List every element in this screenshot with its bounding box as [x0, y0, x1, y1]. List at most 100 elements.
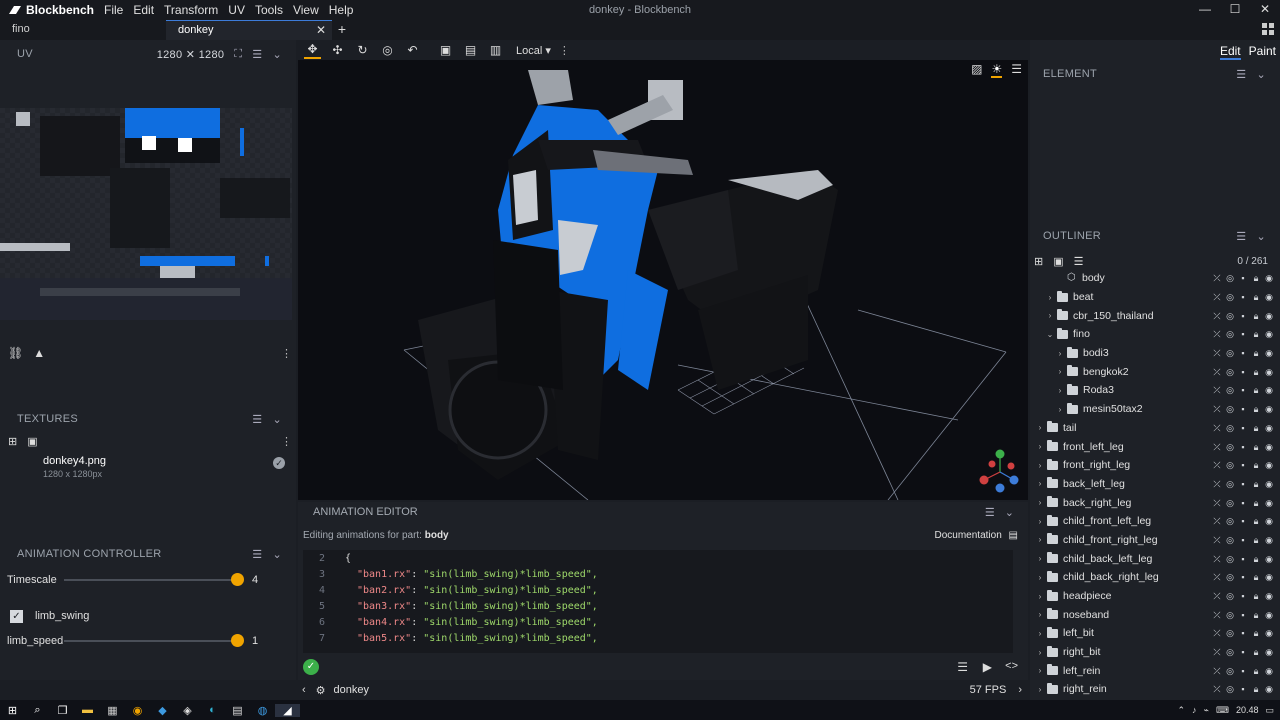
fullscreen-icon[interactable]: ⛶: [234, 48, 242, 61]
camera-icon[interactable]: ▪: [1238, 647, 1248, 657]
eye-icon[interactable]: ◉: [1264, 292, 1274, 302]
add-cube-icon[interactable]: ⊞: [1034, 255, 1043, 268]
pivot-icon[interactable]: ◎: [1225, 442, 1235, 452]
rotate-tool-icon[interactable]: ↻: [354, 42, 371, 59]
pivot-icon[interactable]: ◎: [1225, 367, 1235, 377]
camera-icon[interactable]: ▪: [1238, 666, 1248, 676]
outliner-item[interactable]: › Roda3 ⤫ ◎ ▪ 🔒︎ ◉: [1030, 381, 1280, 400]
lock-icon[interactable]: 🔒︎: [1251, 460, 1261, 470]
browser-icon[interactable]: ◍: [250, 704, 275, 717]
chevron-down-icon[interactable]: ⌄: [272, 48, 282, 61]
eye-icon[interactable]: ◉: [1264, 591, 1274, 601]
pivot-icon[interactable]: ◎: [1225, 404, 1235, 414]
menu-lines-icon[interactable]: ☰: [252, 48, 262, 61]
outliner-item[interactable]: › left_bit ⤫ ◎ ▪ 🔒︎ ◉: [1030, 624, 1280, 643]
more-options-icon[interactable]: ⋮: [281, 347, 292, 360]
bone-icon[interactable]: ⤫: [1212, 404, 1222, 414]
outliner-item[interactable]: › mesin50tax2 ⤫ ◎ ▪ 🔒︎ ◉: [1030, 400, 1280, 419]
chrome-icon[interactable]: ◉: [125, 704, 150, 717]
pivot-icon[interactable]: ◎: [1225, 535, 1235, 545]
camera-icon[interactable]: ▪: [1238, 535, 1248, 545]
outliner-item[interactable]: › child_front_right_leg ⤫ ◎ ▪ 🔒︎ ◉: [1030, 531, 1280, 550]
bone-icon[interactable]: ⤫: [1212, 442, 1222, 452]
code-editor[interactable]: 2{ 3 "ban1.rx": "sin(limb_swing)*limb_spe…: [303, 550, 1013, 653]
uv-texture-canvas[interactable]: [0, 108, 292, 320]
eye-icon[interactable]: ◉: [1264, 348, 1274, 358]
chevron-down-icon[interactable]: ⌄: [1005, 506, 1014, 519]
lock-icon[interactable]: 🔒︎: [1251, 554, 1261, 564]
document-icon[interactable]: ▤: [225, 704, 250, 717]
sun-icon[interactable]: ☀: [991, 62, 1003, 78]
eye-icon[interactable]: ◉: [1264, 311, 1274, 321]
eye-icon[interactable]: ◉: [1264, 460, 1274, 470]
bone-icon[interactable]: ⤫: [1212, 311, 1222, 321]
pivot-icon[interactable]: ◎: [1225, 292, 1235, 302]
edge-icon[interactable]: ◐: [200, 704, 225, 716]
pivot-icon[interactable]: ◎: [1225, 516, 1235, 526]
camera-icon[interactable]: ▪: [1238, 367, 1248, 377]
menu-lines-icon[interactable]: ☰: [1011, 62, 1022, 78]
documentation-link[interactable]: Documentation ▤: [935, 530, 1019, 541]
windows-start-icon[interactable]: ⊞: [0, 704, 25, 717]
pivot-icon[interactable]: ◎: [1225, 423, 1235, 433]
import-texture-icon[interactable]: ⊞: [8, 435, 17, 448]
minimize-button[interactable]: —: [1190, 0, 1220, 20]
chevron-down-icon[interactable]: ⌄: [1256, 230, 1266, 243]
maximize-button[interactable]: ☐: [1220, 0, 1250, 20]
chevron-right-icon[interactable]: ›: [1035, 517, 1045, 526]
camera-icon[interactable]: ▪: [1238, 516, 1248, 526]
camera-icon[interactable]: ▪: [1238, 460, 1248, 470]
eye-icon[interactable]: ◉: [1264, 684, 1274, 694]
pivot-icon[interactable]: ◎: [1225, 628, 1235, 638]
eye-icon[interactable]: ◉: [1264, 572, 1274, 582]
file-explorer-icon[interactable]: ▬: [75, 704, 100, 716]
pivot-icon[interactable]: ◎: [1225, 329, 1235, 339]
chevron-right-icon[interactable]: ›: [1035, 573, 1045, 582]
camera-icon[interactable]: ▪: [1238, 479, 1248, 489]
document-icon[interactable]: ▥: [487, 42, 504, 59]
eye-icon[interactable]: ◉: [1264, 329, 1274, 339]
lock-icon[interactable]: 🔒︎: [1251, 666, 1261, 676]
bone-icon[interactable]: ⤫: [1212, 367, 1222, 377]
lock-icon[interactable]: 🔒︎: [1251, 628, 1261, 638]
camera-icon[interactable]: ▪: [1238, 442, 1248, 452]
network-icon[interactable]: ⌁: [1204, 705, 1209, 716]
menu-lines-icon[interactable]: ☰: [1236, 230, 1246, 243]
eye-icon[interactable]: ◉: [1264, 647, 1274, 657]
eye-icon[interactable]: ◉: [1264, 367, 1274, 377]
camera-icon[interactable]: ▪: [1238, 385, 1248, 395]
outliner-item[interactable]: › right_bit ⤫ ◎ ▪ 🔒︎ ◉: [1030, 643, 1280, 662]
outliner-item[interactable]: › right_rein ⤫ ◎ ▪ 🔒︎ ◉: [1030, 680, 1280, 699]
add-group-icon[interactable]: ▣: [1053, 255, 1063, 268]
chevron-down-icon[interactable]: ⌄: [272, 548, 282, 561]
3d-viewport[interactable]: ▨ ☀ ☰: [298, 60, 1028, 500]
outliner-item[interactable]: › child_back_right_leg ⤫ ◎ ▪ 🔒︎ ◉: [1030, 568, 1280, 587]
bone-icon[interactable]: ⤫: [1212, 535, 1222, 545]
pivot-icon[interactable]: ◎: [1225, 460, 1235, 470]
pivot-icon[interactable]: ◎: [1225, 498, 1235, 508]
pivot-icon[interactable]: ◎: [1225, 348, 1235, 358]
new-tab-button[interactable]: +: [332, 20, 352, 40]
move-tool-icon[interactable]: ✥: [304, 42, 321, 59]
bone-icon[interactable]: ⤫: [1212, 498, 1222, 508]
chevron-right-icon[interactable]: ›: [1045, 293, 1055, 302]
lock-icon[interactable]: 🔒︎: [1251, 572, 1261, 582]
eye-icon[interactable]: ◉: [1264, 423, 1274, 433]
lock-icon[interactable]: 🔒︎: [1251, 404, 1261, 414]
chevron-right-icon[interactable]: ›: [1035, 666, 1045, 675]
chevron-right-icon[interactable]: ›: [1055, 386, 1065, 395]
eye-icon[interactable]: ◉: [1264, 610, 1274, 620]
bone-icon[interactable]: ⤫: [1212, 479, 1222, 489]
eye-icon[interactable]: ◉: [1264, 628, 1274, 638]
bone-icon[interactable]: ⤫: [1212, 273, 1222, 283]
axis-gizmo-icon[interactable]: [978, 448, 1022, 496]
lock-icon[interactable]: 🔒︎: [1251, 498, 1261, 508]
camera-icon[interactable]: ▪: [1238, 591, 1248, 601]
lock-icon[interactable]: 🔒︎: [1251, 479, 1261, 489]
pivot-icon[interactable]: ◎: [1225, 572, 1235, 582]
eye-icon[interactable]: ◉: [1264, 535, 1274, 545]
chevron-right-icon[interactable]: ›: [1035, 554, 1045, 563]
chevron-down-icon[interactable]: ⌄: [272, 413, 282, 426]
lock-icon[interactable]: 🔒︎: [1251, 329, 1261, 339]
chevron-right-icon[interactable]: ›: [1035, 479, 1045, 488]
